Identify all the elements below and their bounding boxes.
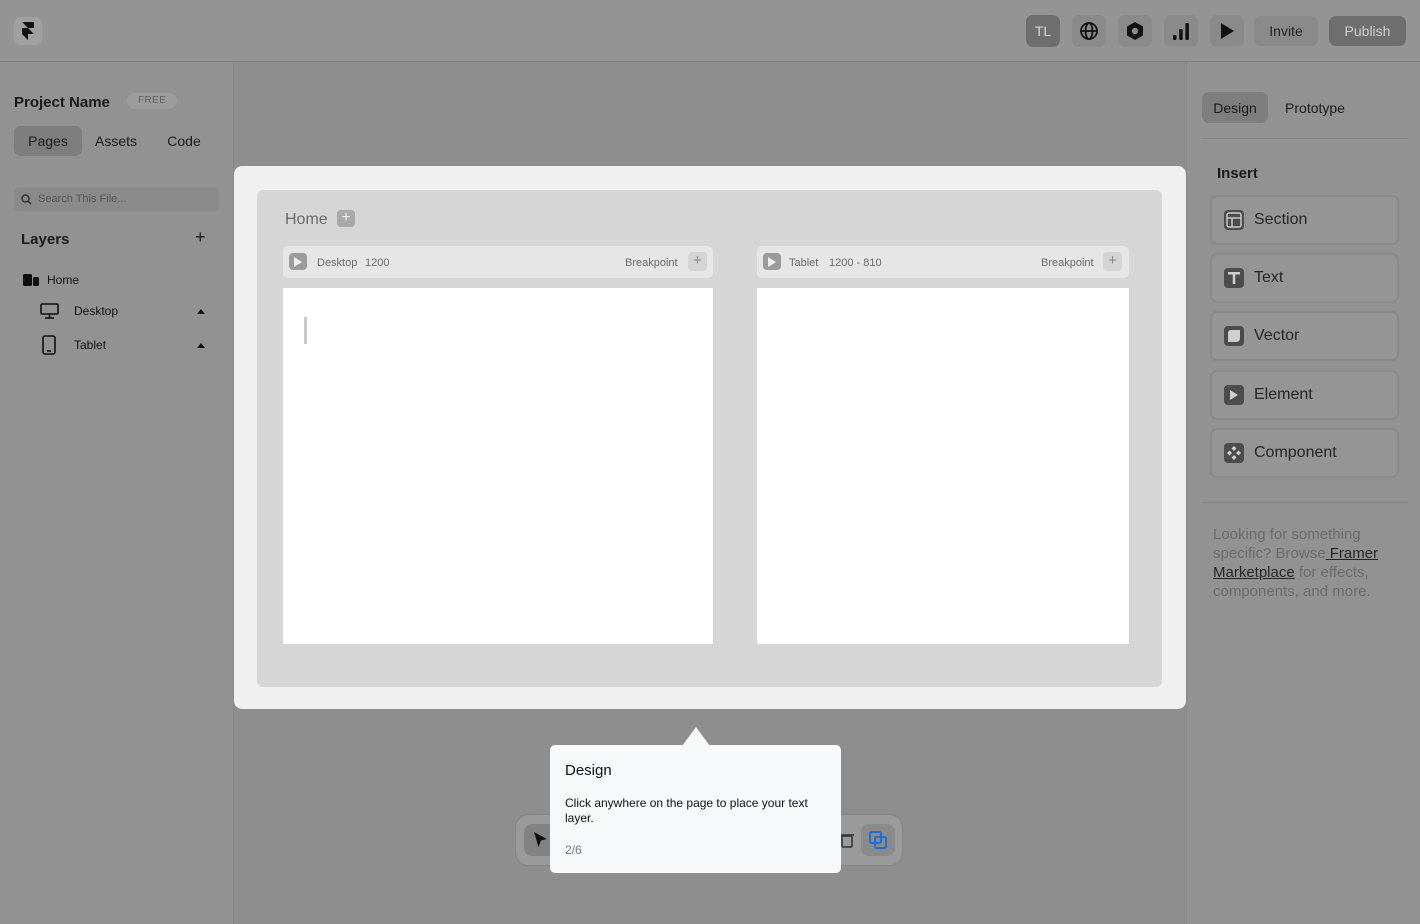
frame-desktop[interactable]: [283, 288, 713, 644]
desktop-icon: [40, 303, 59, 319]
marketplace-help: Looking for something specific? Browse F…: [1213, 525, 1403, 601]
divider: [1201, 138, 1408, 139]
layer-desktop[interactable]: Desktop: [40, 303, 118, 319]
element-icon: [1224, 385, 1244, 405]
tab-assets[interactable]: Assets: [84, 126, 148, 156]
insert-component-button[interactable]: Component: [1210, 428, 1399, 478]
frame-tablet[interactable]: [757, 288, 1129, 644]
play-icon[interactable]: [763, 253, 781, 270]
divider: [1201, 502, 1408, 503]
layer-label: Tablet: [74, 338, 107, 352]
insert-title: Insert: [1217, 165, 1258, 182]
layer-label: Desktop: [74, 304, 119, 318]
frame-size: 1200 - 810: [829, 257, 882, 269]
layer-home[interactable]: Home: [23, 273, 79, 287]
insert-vector-button[interactable]: Vector: [1210, 311, 1399, 361]
insert-label: Text: [1254, 269, 1284, 286]
frame-name: Desktop: [317, 257, 358, 269]
breakpoint-label[interactable]: Breakpoint: [625, 257, 678, 269]
tooltip-body: Click anywhere on the page to place your…: [565, 796, 808, 825]
tooltip-step: 2/6: [565, 843, 582, 857]
insert-label: Vector: [1254, 327, 1300, 344]
insert-section-button[interactable]: Section: [1210, 195, 1399, 245]
frame-name: Tablet: [789, 257, 819, 269]
user-avatar[interactable]: TL: [1026, 15, 1060, 47]
publish-button[interactable]: Publish: [1329, 16, 1406, 46]
insert-label: Element: [1254, 386, 1313, 403]
tooltip-title: Design: [565, 762, 612, 779]
project-name[interactable]: Project Name: [14, 94, 110, 111]
collapse-caret-icon[interactable]: [197, 309, 205, 314]
plan-badge: FREE: [127, 93, 178, 109]
tab-pages[interactable]: Pages: [14, 126, 82, 156]
invite-button[interactable]: Invite: [1254, 16, 1318, 46]
globe-icon[interactable]: [1072, 15, 1106, 47]
canvas-highlight: Home + Desktop 1200 Breakpoint + Tablet …: [234, 166, 1186, 709]
play-icon[interactable]: [1210, 15, 1244, 47]
insert-element-button[interactable]: Element: [1210, 370, 1399, 420]
insert-text-button[interactable]: Text: [1210, 253, 1399, 303]
frame-header-tablet[interactable]: Tablet 1200 - 810 Breakpoint +: [757, 246, 1129, 278]
section-icon: [1224, 210, 1244, 230]
add-layer-button[interactable]: +: [195, 227, 206, 248]
hexagon-icon[interactable]: [1118, 15, 1152, 47]
tab-prototype[interactable]: Prototype: [1275, 92, 1355, 123]
tab-design[interactable]: Design: [1202, 92, 1268, 123]
frame-header-desktop[interactable]: Desktop 1200 Breakpoint +: [283, 246, 713, 278]
add-page-button[interactable]: +: [337, 210, 355, 227]
layers-title: Layers: [21, 231, 70, 248]
insert-label: Component: [1254, 444, 1337, 461]
tablet-icon: [42, 335, 56, 355]
search-box[interactable]: [14, 187, 219, 211]
canvas[interactable]: Home + Desktop 1200 Breakpoint + Tablet …: [257, 190, 1162, 687]
play-icon[interactable]: [289, 253, 307, 270]
text-cursor: [304, 317, 307, 344]
add-breakpoint-button[interactable]: +: [1103, 252, 1122, 271]
page-label: Home: [285, 211, 328, 228]
tab-code[interactable]: Code: [152, 126, 216, 156]
top-bar: TL Invite Publish: [0, 0, 1420, 62]
chart-bars-icon[interactable]: [1164, 15, 1198, 47]
overlap-icon[interactable]: [861, 824, 895, 856]
cursor-arrow-icon: [534, 832, 547, 847]
layer-label: Home: [47, 273, 80, 287]
right-sidebar: Design Prototype Insert Section Text Vec…: [1186, 62, 1420, 924]
tooltip-arrow: [682, 727, 710, 746]
layer-tablet[interactable]: Tablet: [42, 335, 106, 355]
breakpoint-label[interactable]: Breakpoint: [1041, 257, 1094, 269]
avatar-initials: TL: [1034, 23, 1052, 39]
framer-logo-icon[interactable]: [14, 17, 42, 45]
pages-icon: [23, 274, 39, 286]
collapse-caret-icon[interactable]: [197, 343, 205, 348]
text-icon: [1224, 268, 1244, 288]
search-icon: [21, 193, 32, 205]
frame-size: 1200: [365, 257, 390, 269]
search-input[interactable]: [38, 193, 208, 205]
left-sidebar: Project Name FREE Pages Assets Code Laye…: [0, 62, 234, 924]
add-breakpoint-button[interactable]: +: [688, 252, 707, 271]
vector-icon: [1224, 326, 1244, 346]
onboarding-tooltip: Design Click anywhere on the page to pla…: [550, 745, 841, 873]
component-icon: [1224, 443, 1244, 463]
insert-label: Section: [1254, 211, 1308, 228]
